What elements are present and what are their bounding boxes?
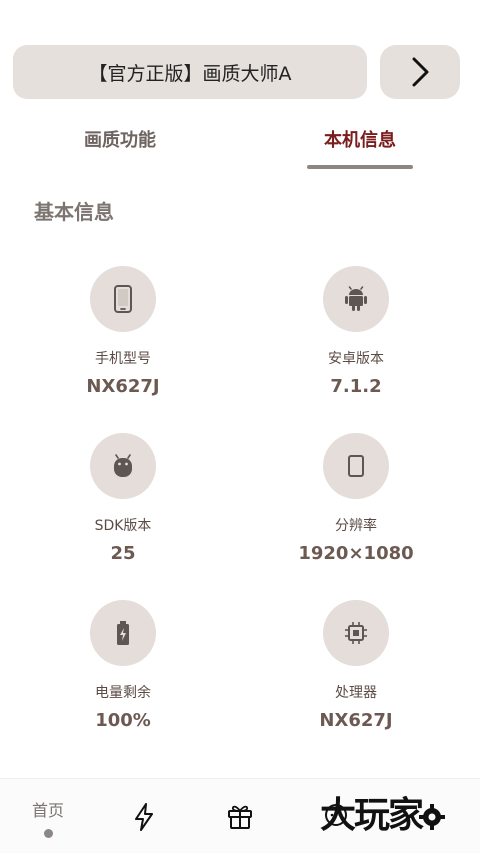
tab-label: 画质功能 — [84, 130, 156, 151]
info-icon-circle — [323, 433, 389, 499]
info-value: 25 — [110, 543, 136, 564]
info-item-android-version: 安卓版本 7.1.2 — [276, 266, 436, 406]
chevron-right-icon — [412, 57, 429, 87]
info-label: 安卓版本 — [328, 351, 384, 367]
phone-icon — [114, 285, 132, 313]
info-value: NX627J — [319, 710, 393, 731]
android-head-icon — [114, 454, 132, 477]
cpu-chip-icon — [345, 622, 367, 644]
info-value: 7.1.2 — [330, 376, 382, 397]
top-bar: 【官方正版】画质大师A — [13, 45, 460, 99]
info-label: 分辨率 — [335, 518, 377, 534]
settings-icon — [419, 804, 445, 830]
tab-label: 本机信息 — [324, 130, 396, 151]
gift-icon — [228, 805, 252, 829]
nav-gift[interactable] — [192, 779, 288, 853]
info-item-sdk-version: SDK版本 25 — [43, 433, 203, 573]
info-value: 1920×1080 — [298, 543, 414, 564]
app-title-pill[interactable]: 【官方正版】画质大师A — [13, 45, 367, 99]
tab-bar: 画质功能 本机信息 — [0, 118, 480, 174]
active-tab-indicator — [307, 165, 413, 169]
info-item-resolution: 分辨率 1920×1080 — [276, 433, 436, 573]
info-label: 电量剩余 — [95, 685, 151, 701]
info-value: NX627J — [86, 376, 160, 397]
info-icon-circle — [90, 266, 156, 332]
section-title: 基本信息 — [34, 200, 114, 224]
app-title: 【官方正版】画质大师A — [88, 62, 292, 85]
info-item-processor: 处理器 NX627J — [276, 600, 436, 740]
info-icon-circle — [323, 600, 389, 666]
tab-quality-features[interactable]: 画质功能 — [20, 118, 220, 160]
info-label: SDK版本 — [94, 518, 152, 534]
info-label: 处理器 — [335, 685, 377, 701]
lightning-icon — [135, 803, 153, 831]
nav-home[interactable]: 首页 — [0, 779, 96, 853]
nav-home-label: 首页 — [31, 801, 64, 820]
tab-device-info[interactable]: 本机信息 — [260, 118, 460, 160]
info-item-battery: 电量剩余 100% — [43, 600, 203, 740]
tablet-icon — [348, 455, 364, 477]
info-item-phone-model: 手机型号 NX627J — [43, 266, 203, 406]
info-icon-circle — [90, 600, 156, 666]
nav-boost[interactable] — [96, 779, 192, 853]
info-label: 手机型号 — [95, 351, 151, 367]
watermark-logo: 大玩家 — [320, 795, 424, 836]
next-button[interactable] — [380, 45, 460, 99]
android-icon — [345, 286, 367, 311]
battery-charging-icon — [117, 621, 129, 645]
nav-active-dot — [43, 829, 53, 838]
info-icon-circle — [323, 266, 389, 332]
info-value: 100% — [95, 710, 151, 731]
info-icon-circle — [90, 433, 156, 499]
